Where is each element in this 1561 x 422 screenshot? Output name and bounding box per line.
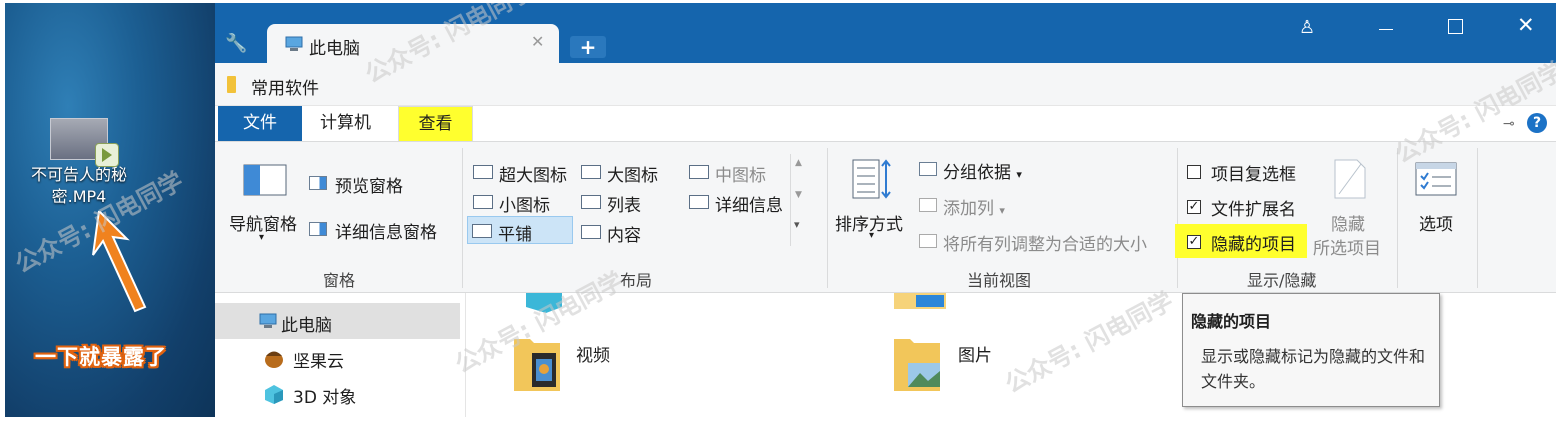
new-tab-button[interactable]: + (570, 36, 606, 58)
tooltip-body: 显示或隐藏标记为隐藏的文件和文件夹。 (1201, 347, 1426, 391)
layout-medium-icons[interactable]: 中图标 (685, 158, 785, 186)
help-button[interactable]: ? (1527, 113, 1547, 133)
preview-pane-button[interactable]: 预览窗格 (335, 172, 403, 197)
hidden-items-tooltip: 隐藏的项目 显示或隐藏标记为隐藏的文件和文件夹。 (1182, 293, 1440, 407)
large-icons-icon (581, 165, 601, 179)
hidden-items-checkbox[interactable]: ✓ (1187, 235, 1201, 249)
group-label-current-view: 当前视图 (967, 271, 1032, 290)
hide-selected-label-2[interactable]: 所选项目 (1313, 234, 1381, 259)
annotation-text: 一下就暴露了 (35, 345, 167, 369)
add-column-button[interactable]: 添加列 ▾ (943, 194, 1005, 219)
file-extensions-label[interactable]: 文件扩展名 (1211, 195, 1296, 220)
small-icons-icon (473, 195, 493, 209)
group-label-panes: 窗格 (323, 271, 356, 290)
tiles-icon (472, 224, 492, 238)
extra-large-icons-icon (473, 165, 493, 179)
fit-columns-icon (919, 234, 937, 248)
navigation-pane-icon (243, 164, 287, 196)
layout-list[interactable]: 列表 (577, 188, 677, 216)
scroll-up-icon[interactable]: ▲ (795, 158, 802, 168)
tab-file[interactable]: 文件 (218, 106, 302, 141)
options-icon (1415, 162, 1457, 196)
item-checkboxes-label[interactable]: 项目复选框 (1211, 160, 1296, 185)
layout-extra-large-icons[interactable]: 超大图标 (469, 158, 575, 186)
preview-pane-icon (309, 176, 327, 190)
nav-item-this-pc[interactable] (215, 303, 460, 339)
layout-details[interactable]: 详细信息 (685, 188, 790, 216)
chevron-down-icon: ▾ (999, 204, 1005, 217)
layout-large-icons[interactable]: 大图标 (577, 158, 677, 186)
group-by-button[interactable]: 分组依据 ▾ (943, 158, 1022, 183)
play-badge-icon (95, 143, 119, 167)
separator (1177, 148, 1178, 288)
options-button[interactable]: 选项 (1419, 210, 1453, 235)
tab-view[interactable]: 查看 (398, 106, 473, 141)
wrench-icon[interactable]: 🔧 (225, 33, 247, 54)
chevron-down-icon: ▾ (869, 230, 875, 241)
more-layouts-icon[interactable]: ▾ (794, 218, 800, 231)
tab-title: 此电脑 (309, 39, 360, 59)
minimize-button[interactable] (1379, 29, 1393, 30)
ribbon-view: 导航窗格 ▾ 预览窗格 详细信息窗格 窗格 超大图标 大图标 中图标 小图标 列… (215, 142, 1556, 293)
group-by-icon (919, 162, 937, 176)
group-label-show-hide: 显示/隐藏 (1247, 271, 1317, 290)
hide-selected-icon (1334, 159, 1366, 199)
desktop-folder-icon (894, 293, 946, 309)
sort-by-icon (852, 159, 891, 199)
pin-icon[interactable]: ⊸ (1503, 116, 1515, 132)
user-icon[interactable]: ♙ (1299, 17, 1315, 38)
pictures-folder-label[interactable]: 图片 (958, 341, 992, 366)
video-thumbnail-icon (50, 118, 119, 167)
details-pane-button[interactable]: 详细信息窗格 (335, 218, 437, 243)
content-icon (581, 225, 601, 239)
chevron-down-icon: ▾ (259, 232, 265, 243)
separator (1397, 148, 1398, 288)
tab-computer[interactable]: 计算机 (320, 106, 371, 141)
navigation-pane: 此电脑 坚果云 3D 对象 (215, 293, 466, 417)
address-bar[interactable]: 常用软件 (215, 63, 1556, 106)
separator (1477, 148, 1478, 288)
nav-item-this-pc-label[interactable]: 此电脑 (281, 311, 332, 336)
maximize-button[interactable] (1448, 19, 1463, 34)
scroll-down-icon[interactable]: ▼ (795, 190, 802, 200)
details-pane-icon (309, 222, 327, 236)
file-extensions-checkbox[interactable]: ✓ (1187, 200, 1201, 214)
hide-selected-label-1[interactable]: 隐藏 (1331, 210, 1365, 235)
list-icon (581, 195, 601, 209)
layout-content[interactable]: 内容 (577, 218, 677, 246)
tooltip-title: 隐藏的项目 (1191, 312, 1272, 331)
separator (827, 148, 828, 288)
medium-icons-icon (689, 165, 709, 179)
chevron-down-icon: ▾ (1016, 168, 1022, 181)
layout-small-icons[interactable]: 小图标 (469, 188, 575, 216)
nav-item-3d-objects-label[interactable]: 3D 对象 (293, 383, 356, 408)
screenshot-frame: 不可告人的秘密.MP4 一下就暴露了 🔧 此电脑 ✕ + ♙ ✕ 常用软件 文件… (5, 3, 1556, 417)
pictures-folder-icon[interactable] (892, 333, 942, 393)
separator (462, 148, 463, 288)
nav-item-nutstore-label[interactable]: 坚果云 (293, 347, 344, 372)
add-column-icon (919, 198, 937, 212)
hidden-items-label[interactable]: 隐藏的项目 (1211, 230, 1296, 255)
layout-tiles[interactable]: 平铺 (467, 216, 573, 245)
videos-folder-label[interactable]: 视频 (576, 341, 610, 366)
layout-gallery-scrollbar[interactable]: ▲ ▼ ▾ (790, 154, 809, 246)
3d-objects-icon (265, 385, 283, 404)
computer-icon (285, 36, 303, 51)
ribbon-tabs: 文件 计算机 查看 ⊸ ? (215, 106, 1556, 142)
tab-close-icon[interactable]: ✕ (531, 32, 544, 51)
close-button[interactable]: ✕ (1517, 13, 1535, 37)
computer-icon (259, 313, 277, 328)
folder-icon (227, 76, 236, 93)
item-checkboxes-checkbox[interactable] (1187, 165, 1201, 179)
nutstore-icon (265, 351, 283, 368)
fit-columns-button[interactable]: 将所有列调整为合适的大小 (943, 230, 1147, 255)
address-text: 常用软件 (251, 79, 319, 99)
details-icon (689, 195, 709, 209)
